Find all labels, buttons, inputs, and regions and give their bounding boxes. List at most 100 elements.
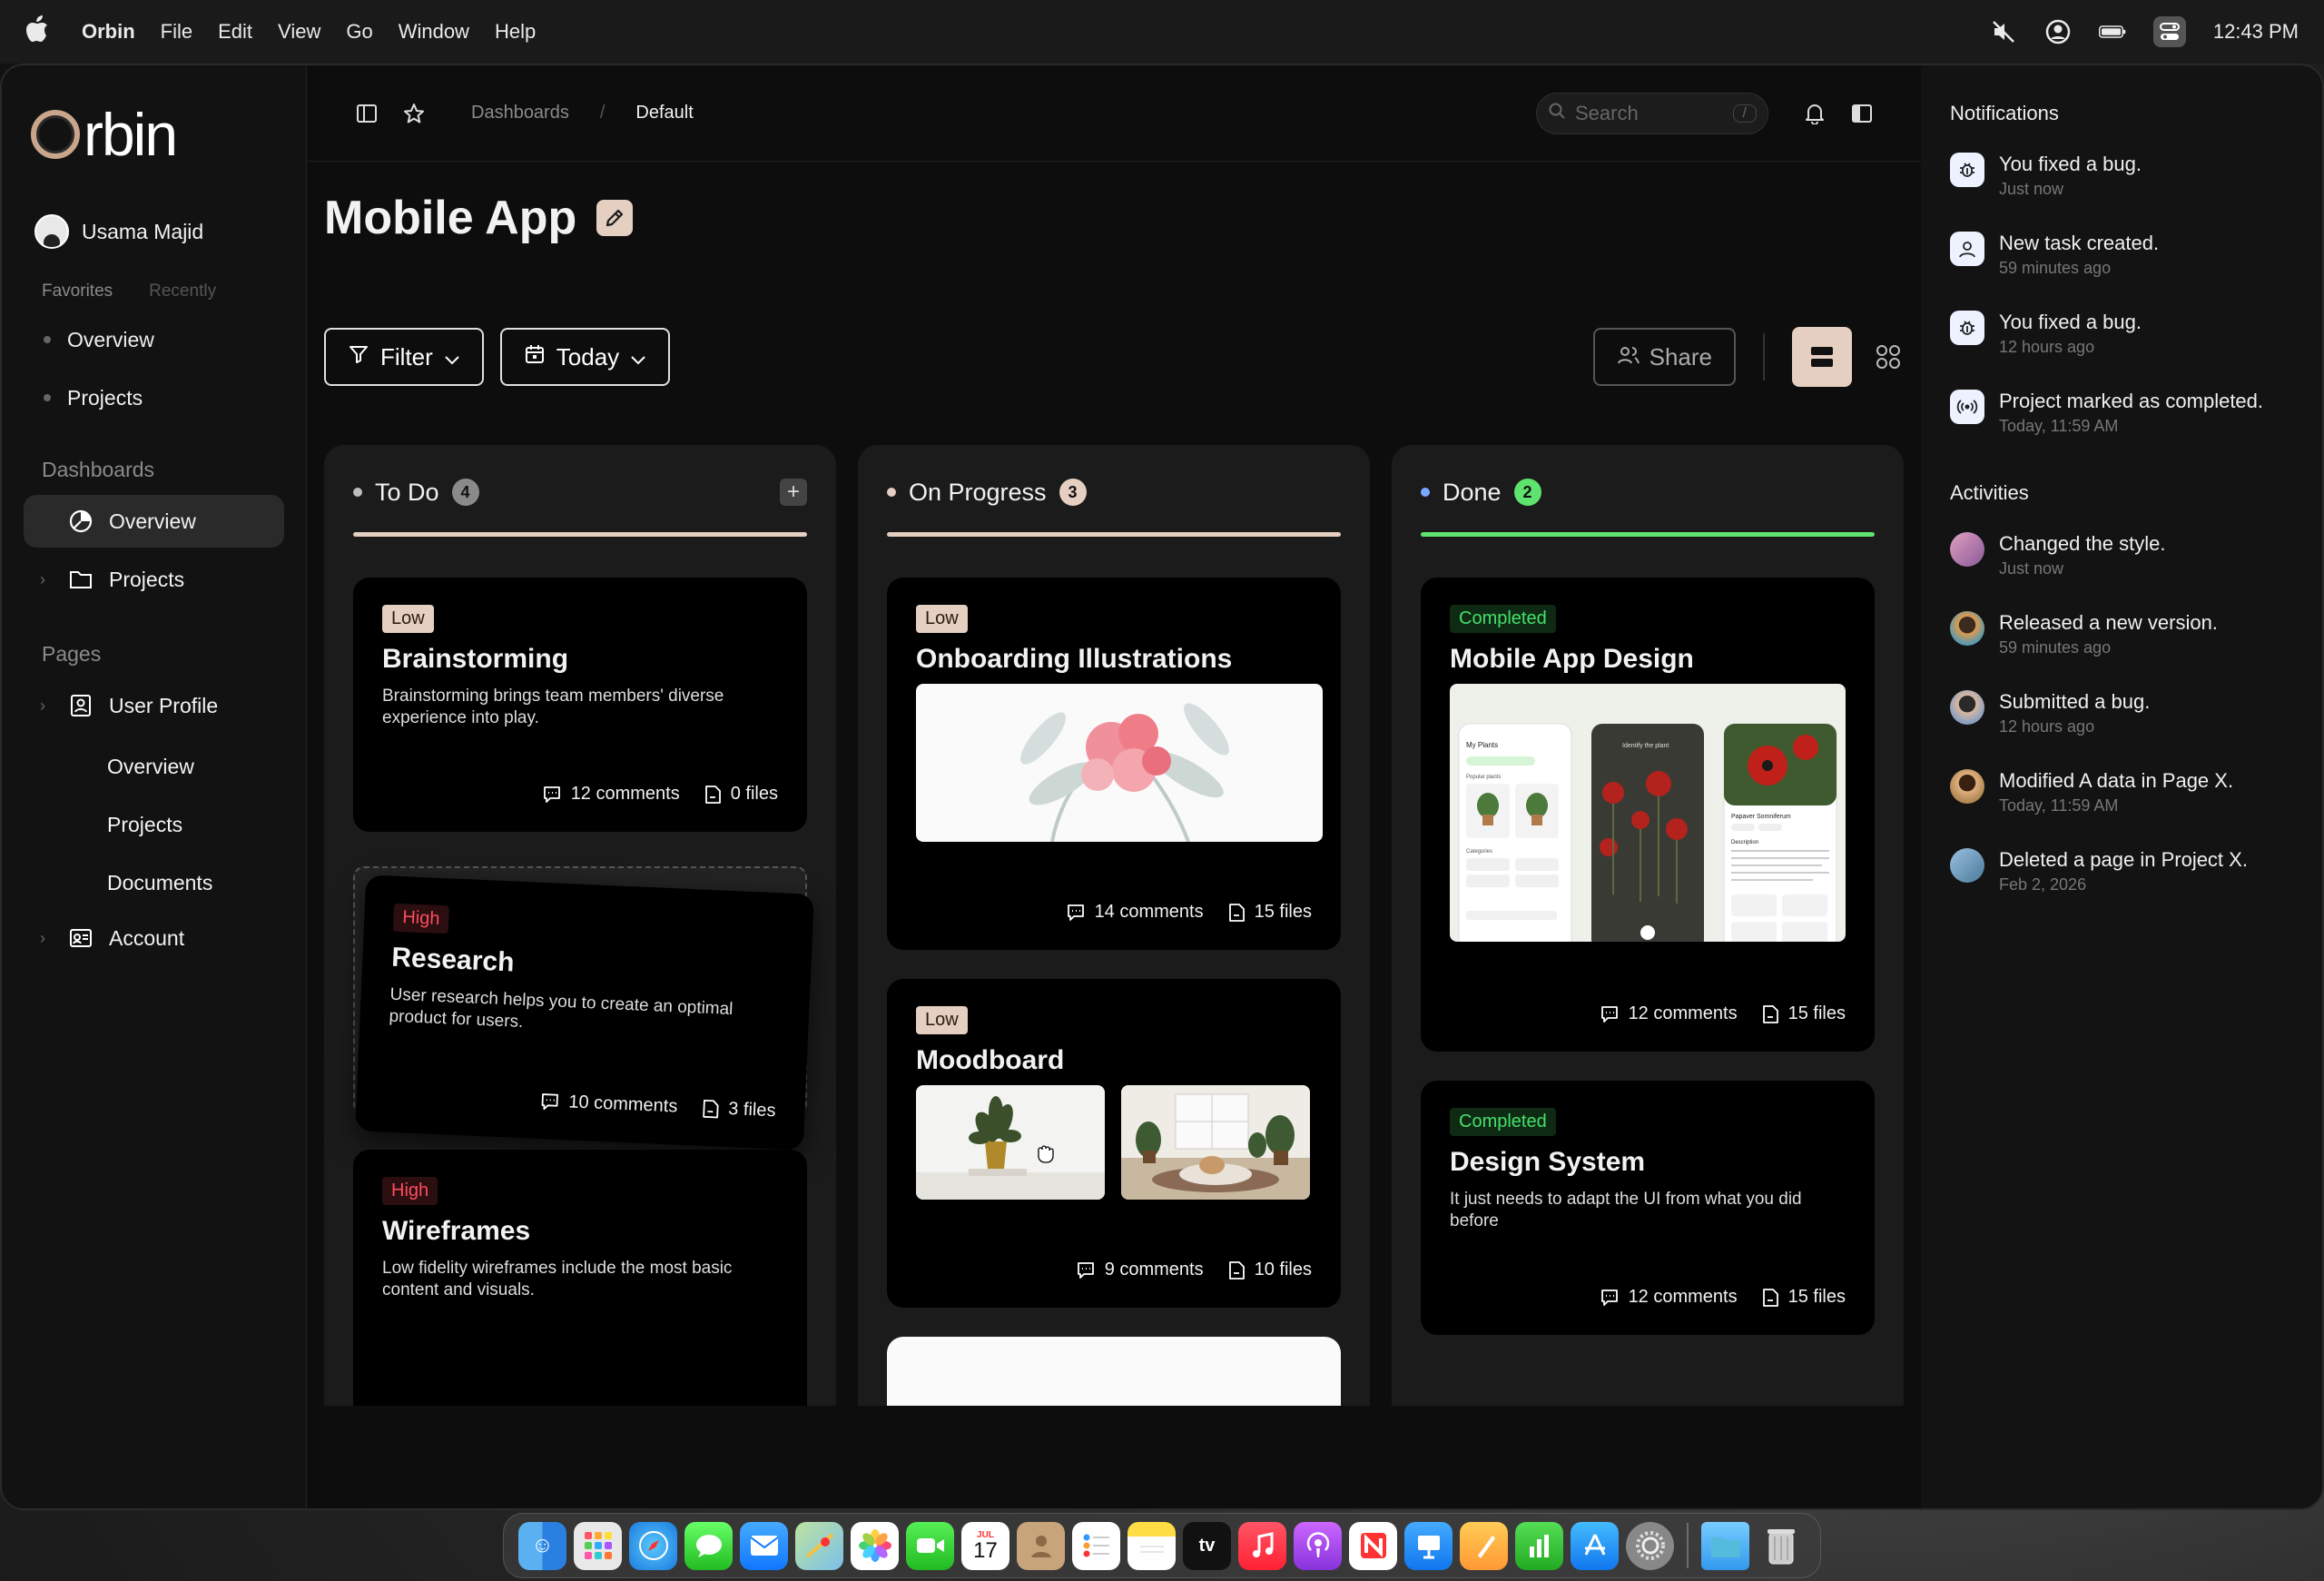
files-count[interactable]: 3 files xyxy=(701,1098,776,1122)
card-title: Onboarding Illustrations xyxy=(916,644,1233,674)
activity-item[interactable]: Submitted a bug. 12 hours ago xyxy=(1950,690,2297,736)
tab-favorites[interactable]: Favorites xyxy=(42,282,113,301)
list-view-button[interactable] xyxy=(1792,327,1852,387)
sidebar-item-projects[interactable]: › Projects xyxy=(24,553,284,606)
app-name-menu[interactable]: Orbin xyxy=(82,20,135,44)
user-account-icon[interactable] xyxy=(2044,18,2072,45)
notification-item[interactable]: Project marked as completed. Today, 11:59… xyxy=(1950,390,2297,436)
safari-icon[interactable] xyxy=(629,1521,677,1570)
calendar-icon[interactable]: JUL 17 xyxy=(961,1521,1009,1570)
search-input[interactable]: Search / xyxy=(1536,92,1768,134)
notification-item[interactable]: New task created. 59 minutes ago xyxy=(1950,232,2297,278)
app-window: rbin Usama Majid Favorites Recently Over… xyxy=(0,64,2324,1510)
activity-item[interactable]: Modified A data in Page X. Today, 11:59 A… xyxy=(1950,769,2297,815)
music-icon[interactable] xyxy=(1238,1521,1286,1570)
card-onboarding-illustrations[interactable]: Low Onboarding Illustrations 14 comments… xyxy=(887,578,1341,950)
news-icon[interactable] xyxy=(1349,1521,1397,1570)
files-count[interactable]: 15 files xyxy=(1227,902,1312,923)
keynote-icon[interactable] xyxy=(1404,1521,1452,1570)
sidebar-toggle-icon[interactable] xyxy=(353,100,380,127)
numbers-icon[interactable] xyxy=(1515,1521,1563,1570)
menu-go[interactable]: Go xyxy=(346,20,372,44)
chevron-down-icon xyxy=(630,343,646,371)
app-store-icon[interactable] xyxy=(1571,1521,1619,1570)
menu-edit[interactable]: Edit xyxy=(218,20,252,44)
card-moodboard[interactable]: Low Moodboard 9 comments 10 files xyxy=(887,979,1341,1308)
right-panel-toggle-icon[interactable] xyxy=(1848,100,1876,127)
notification-item[interactable]: You fixed a bug. 12 hours ago xyxy=(1950,311,2297,357)
comments-count[interactable]: 12 comments xyxy=(1600,1287,1738,1308)
menu-view[interactable]: View xyxy=(278,20,320,44)
activity-item[interactable]: Changed the style. Just now xyxy=(1950,532,2297,578)
reminders-icon[interactable] xyxy=(1072,1521,1120,1570)
pages-icon[interactable] xyxy=(1460,1521,1508,1570)
sidebar-subitem-projects[interactable]: Projects xyxy=(24,795,284,854)
sidebar-item-overview[interactable]: Overview xyxy=(24,495,284,548)
activity-item[interactable]: Deleted a page in Project X. Feb 2, 2026 xyxy=(1950,848,2297,894)
finder-icon[interactable]: ☺ xyxy=(518,1521,566,1570)
files-count[interactable]: 0 files xyxy=(704,784,778,805)
chevron-right-icon[interactable]: › xyxy=(40,570,53,589)
bell-icon[interactable] xyxy=(1801,100,1828,127)
menu-help[interactable]: Help xyxy=(495,20,536,44)
star-icon[interactable] xyxy=(400,100,428,127)
favorite-overview[interactable]: Overview xyxy=(44,311,284,369)
contacts-icon[interactable] xyxy=(1017,1521,1065,1570)
mail-icon[interactable] xyxy=(740,1521,788,1570)
downloads-folder-icon[interactable] xyxy=(1701,1521,1749,1570)
card-mobile-app-design[interactable]: Completed Mobile App Design My Plants Po… xyxy=(1421,578,1875,1052)
launchpad-icon[interactable] xyxy=(574,1521,622,1570)
control-center-icon[interactable] xyxy=(2152,16,2186,47)
messages-icon[interactable] xyxy=(684,1521,733,1570)
card-wireframes[interactable]: High Wireframes Low fidelity wireframes … xyxy=(353,1150,807,1406)
chevron-right-icon[interactable]: › xyxy=(40,697,53,716)
sidebar-subitem-documents[interactable]: Documents xyxy=(24,854,284,912)
comments-count[interactable]: 9 comments xyxy=(1076,1260,1204,1280)
menu-clock[interactable]: 12:43 PM xyxy=(2213,20,2299,44)
podcasts-icon[interactable] xyxy=(1294,1521,1342,1570)
edit-title-button[interactable] xyxy=(596,200,634,236)
tab-recently[interactable]: Recently xyxy=(149,282,216,301)
sidebar-item-user-profile[interactable]: › User Profile xyxy=(24,679,284,732)
notification-item[interactable]: You fixed a bug. Just now xyxy=(1950,153,2297,199)
menu-window[interactable]: Window xyxy=(399,20,469,44)
files-count[interactable]: 15 files xyxy=(1761,1003,1846,1024)
sidebar-subitem-overview[interactable]: Overview xyxy=(24,737,284,795)
comments-count[interactable]: 10 comments xyxy=(539,1091,678,1118)
photos-icon[interactable] xyxy=(851,1521,899,1570)
apple-tv-icon[interactable]: tv xyxy=(1183,1521,1231,1570)
tv-label: tv xyxy=(1198,1535,1216,1556)
maps-icon[interactable] xyxy=(795,1521,843,1570)
comments-count[interactable]: 14 comments xyxy=(1066,902,1204,923)
sidebar-item-account[interactable]: › Account xyxy=(24,912,284,964)
filter-button[interactable]: Filter xyxy=(324,328,484,386)
activity-text: Modified A data in Page X. xyxy=(1999,769,2234,792)
favorite-projects[interactable]: Projects xyxy=(44,369,284,427)
activity-item[interactable]: Released a new version. 59 minutes ago xyxy=(1950,611,2297,657)
muted-speaker-icon[interactable] xyxy=(1990,18,2017,45)
card-meta: 12 comments 15 files xyxy=(1600,1003,1846,1024)
user-profile[interactable]: Usama Majid xyxy=(34,214,284,249)
chevron-right-icon[interactable]: › xyxy=(40,929,53,948)
comments-count[interactable]: 12 comments xyxy=(542,784,680,805)
battery-icon[interactable] xyxy=(2098,18,2126,45)
orbin-logo: rbin xyxy=(31,100,284,169)
card-brainstorming[interactable]: Low Brainstorming Brainstorming brings t… xyxy=(353,578,807,832)
add-card-button[interactable]: + xyxy=(780,479,807,506)
grid-view-button[interactable] xyxy=(1872,341,1905,373)
notes-icon[interactable] xyxy=(1128,1521,1176,1570)
files-count[interactable]: 15 files xyxy=(1761,1287,1846,1308)
menu-file[interactable]: File xyxy=(161,20,192,44)
card-design-system[interactable]: Completed Design System It just needs to… xyxy=(1421,1081,1875,1335)
apple-menu-icon[interactable] xyxy=(25,15,49,49)
trash-icon[interactable] xyxy=(1757,1522,1805,1570)
facetime-icon[interactable] xyxy=(906,1521,954,1570)
system-settings-icon[interactable] xyxy=(1626,1521,1674,1570)
files-count[interactable]: 10 files xyxy=(1227,1260,1312,1280)
card-research-dragging[interactable]: High Research User research helps you to… xyxy=(355,874,814,1151)
breadcrumb-dashboards[interactable]: Dashboards xyxy=(471,103,569,124)
date-range-button[interactable]: Today xyxy=(499,328,671,386)
comments-count[interactable]: 12 comments xyxy=(1600,1003,1738,1024)
share-button[interactable]: Share xyxy=(1592,328,1736,386)
card-partial[interactable] xyxy=(887,1337,1341,1406)
